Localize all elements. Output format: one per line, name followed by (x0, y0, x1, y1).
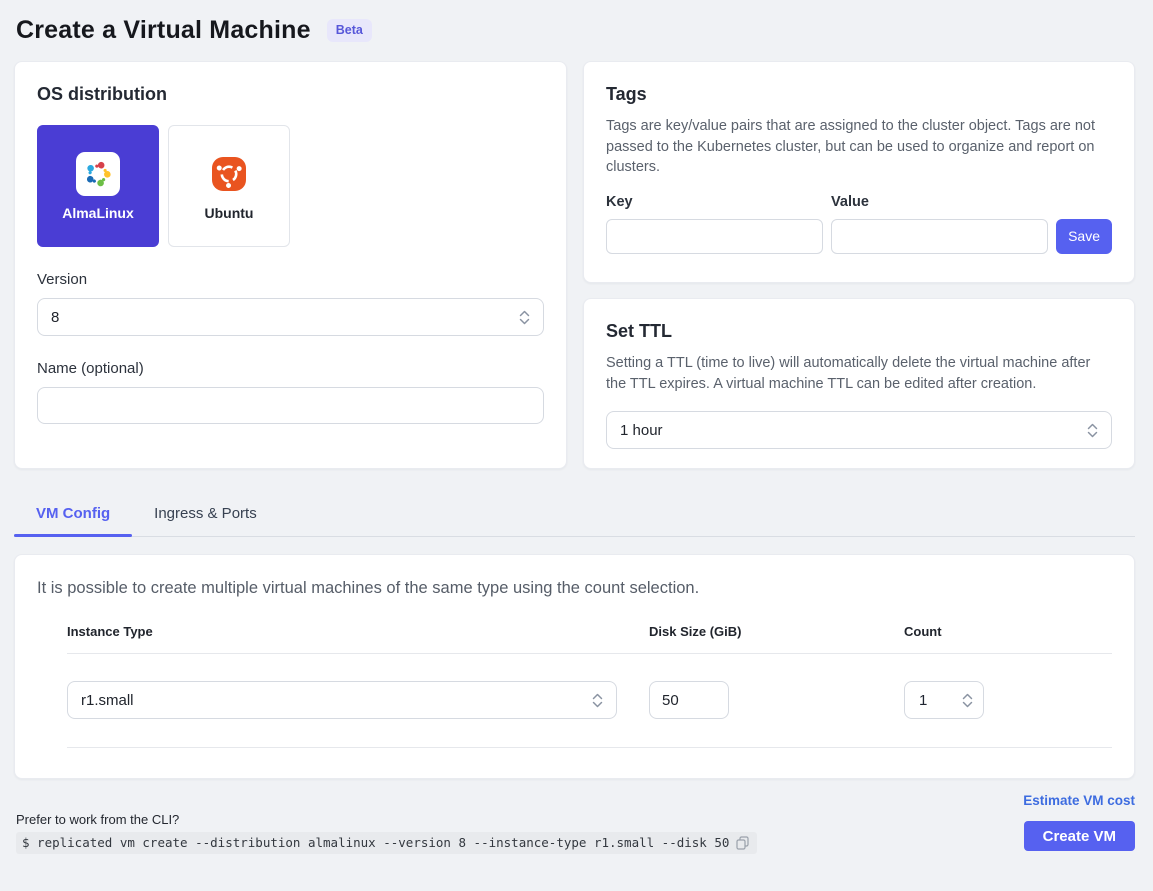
tag-key-label: Key (606, 194, 823, 210)
ttl-select-value: 1 hour (620, 422, 663, 439)
os-tile-almalinux[interactable]: AlmaLinux (37, 125, 159, 247)
disk-size-input[interactable] (649, 681, 729, 719)
vm-table-row: r1.small 1 (67, 681, 1112, 719)
table-row-divider (67, 747, 1112, 748)
cli-command-block: $ replicated vm create --distribution al… (16, 832, 757, 854)
beta-badge: Beta (327, 19, 372, 42)
ttl-description: Setting a TTL (time to live) will automa… (606, 353, 1112, 394)
os-tile-ubuntu[interactable]: Ubuntu (168, 125, 290, 247)
ttl-card-title: Set TTL (606, 321, 1112, 342)
tag-value-label: Value (831, 194, 1048, 210)
os-distribution-card: OS distribution (14, 61, 567, 469)
os-tile-label: Ubuntu (205, 205, 254, 221)
name-label: Name (optional) (37, 360, 544, 377)
tab-vm-config[interactable]: VM Config (14, 493, 132, 536)
ubuntu-logo-icon (207, 152, 251, 196)
top-cards: OS distribution (14, 61, 1135, 469)
os-tiles: AlmaLinux U (37, 125, 544, 247)
page-header: Create a Virtual Machine Beta (14, 14, 1135, 45)
instance-type-cell: r1.small (67, 681, 649, 719)
right-column: Tags Tags are key/value pairs that are a… (583, 61, 1135, 469)
disk-size-cell (649, 681, 904, 719)
version-select[interactable]: 8 (37, 298, 544, 336)
save-tag-button[interactable]: Save (1056, 219, 1112, 254)
instance-type-select[interactable]: r1.small (67, 681, 617, 719)
chevron-up-down-icon (519, 310, 530, 325)
vm-config-card: It is possible to create multiple virtua… (14, 554, 1135, 779)
chevron-up-down-icon (962, 693, 973, 708)
vm-table: Instance Type Disk Size (GiB) Count r1.s… (67, 624, 1112, 719)
estimate-vm-cost-link[interactable]: Estimate VM cost (1023, 793, 1135, 808)
vm-config-intro: It is possible to create multiple virtua… (37, 579, 1112, 598)
column-count: Count (904, 624, 1112, 639)
column-instance-type: Instance Type (67, 624, 649, 639)
count-cell: 1 (904, 681, 1112, 719)
version-select-value: 8 (51, 309, 59, 326)
tag-key-field: Key (606, 194, 823, 254)
tags-card-title: Tags (606, 84, 1112, 105)
os-card-title: OS distribution (37, 84, 544, 105)
copy-icon[interactable] (736, 836, 749, 850)
cli-section: Prefer to work from the CLI? $ replicate… (14, 791, 757, 854)
count-value: 1 (919, 692, 927, 709)
cli-prompt-text: Prefer to work from the CLI? (16, 812, 757, 827)
name-input[interactable] (37, 387, 544, 424)
table-header-divider (67, 653, 1112, 654)
almalinux-logo-icon (76, 152, 120, 196)
create-vm-page: Create a Virtual Machine Beta OS distrib… (0, 0, 1153, 854)
tags-description: Tags are key/value pairs that are assign… (606, 116, 1112, 178)
page-footer: Prefer to work from the CLI? $ replicate… (14, 791, 1135, 854)
count-stepper[interactable]: 1 (904, 681, 984, 719)
page-title: Create a Virtual Machine (16, 16, 311, 45)
tags-form: Key Value Save (606, 194, 1112, 254)
create-vm-button[interactable]: Create VM (1024, 821, 1135, 851)
instance-type-value: r1.small (81, 692, 134, 709)
tab-bar: VM Config Ingress & Ports (14, 493, 1135, 537)
footer-actions: Estimate VM cost Create VM (1023, 791, 1135, 854)
tab-ingress-ports[interactable]: Ingress & Ports (132, 493, 279, 536)
set-ttl-card: Set TTL Setting a TTL (time to live) wil… (583, 298, 1135, 469)
column-disk-size: Disk Size (GiB) (649, 624, 904, 639)
os-tile-label: AlmaLinux (62, 205, 134, 221)
chevron-up-down-icon (592, 693, 603, 708)
chevron-up-down-icon (1087, 423, 1098, 438)
version-label: Version (37, 271, 544, 288)
ttl-select[interactable]: 1 hour (606, 411, 1112, 449)
tag-value-field: Value (831, 194, 1048, 254)
vm-table-header: Instance Type Disk Size (GiB) Count (67, 624, 1112, 639)
tag-value-input[interactable] (831, 219, 1048, 254)
tag-key-input[interactable] (606, 219, 823, 254)
cli-command-text: $ replicated vm create --distribution al… (22, 835, 729, 850)
tags-card: Tags Tags are key/value pairs that are a… (583, 61, 1135, 283)
